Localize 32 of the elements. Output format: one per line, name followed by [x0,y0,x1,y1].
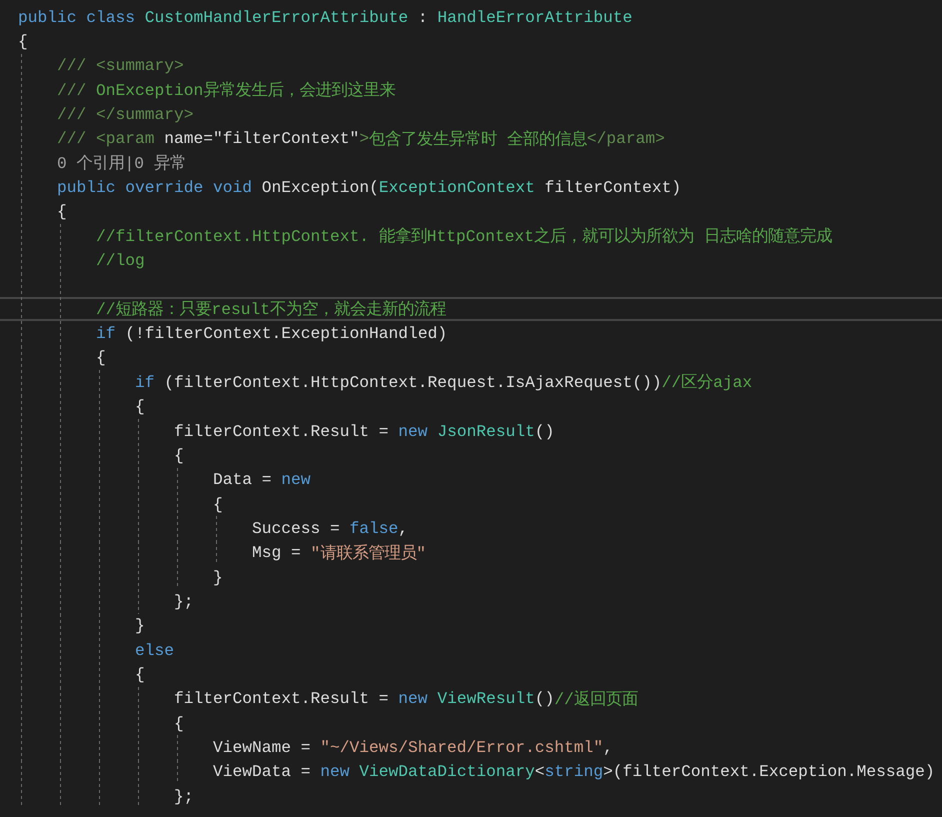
code-line: { [0,662,942,687]
code-line: { [17,31,29,54]
code-line: } [0,564,942,590]
code-line: else [0,638,942,662]
code-line: Data = new [0,468,942,492]
code-line: //log [0,248,942,273]
code-line: //短路器：只要result不为空，就会走新的流程 [0,297,942,322]
code-line: if (filterContext.HttpContext.Request.IsAjaxRequest())//区分ajax [0,370,942,394]
code-line: { [0,346,942,370]
code-line: public class CustomHandlerErrorAttribute : HandleErrorAttribute [17,6,634,29]
code-line: /// OnException异常发生后，会进到这里来 [0,78,942,102]
code-line: filterContext.Result = new JsonResult() [0,418,942,444]
code-line: //filterContext.HttpContext. 能拿到HttpContext之后，就可以为所欲为 日志啥的随意完成 [0,224,942,248]
code-line: { [0,492,942,516]
code-line: Msg = "请联系管理员" [0,540,942,565]
code-line: if (!filterContext.ExceptionHandled) [0,321,942,346]
code-line: { [0,394,942,419]
code-line: filterContext.Result = new ViewResult()//返回页面 [0,686,942,711]
code-line: } [0,614,942,638]
code-line: { [0,710,942,736]
code-line: /// <param name="filterContext">包含了发生异常时 全部的信息</param> [0,126,942,152]
code-line: { [0,443,942,468]
code-line: }; [0,784,942,808]
code-line: /// </summary> [0,102,942,127]
code-line: 0 个引用|0 异常 [0,151,942,176]
code-line: { [0,200,942,224]
code-line: /// <summary> [0,54,942,78]
code-line: public override void OnException(ExceptionContext filterContext) [0,175,942,200]
code-line: Success = false, [0,516,942,541]
code-line: ViewName = "~/Views/Shared/Error.cshtml", [0,735,942,760]
code-line: }; [0,589,942,614]
code-line: ViewData = new ViewDataDictionary<string>(filterContext.Exception.Message) [0,760,942,784]
